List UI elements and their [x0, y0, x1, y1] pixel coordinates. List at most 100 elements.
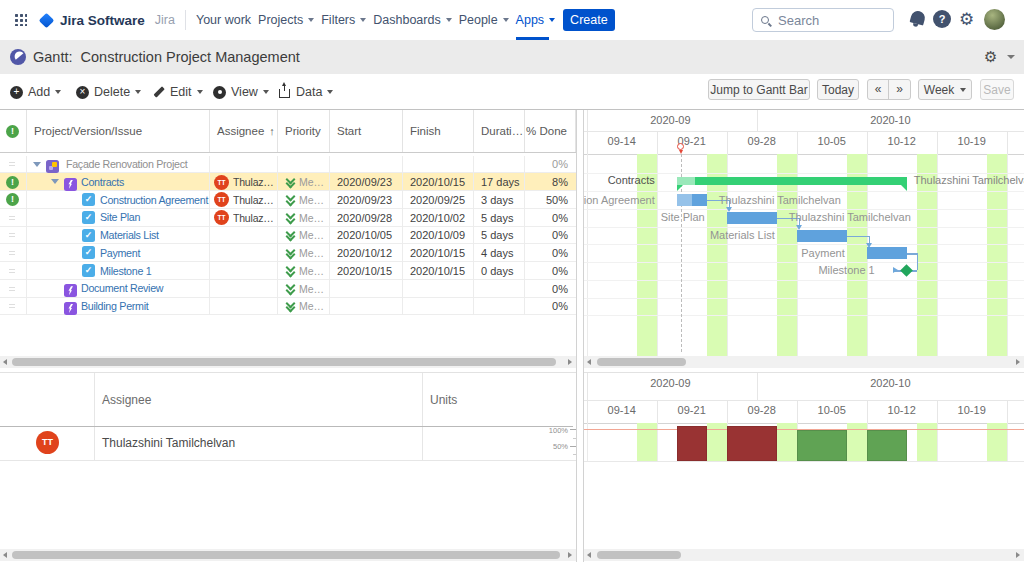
- row-gridline: [584, 298, 1024, 299]
- nav-item-your-work[interactable]: Your work: [196, 0, 251, 40]
- panel-divider-left[interactable]: [576, 110, 577, 562]
- issue-name[interactable]: Construction Agreement: [100, 194, 208, 206]
- page-next-button[interactable]: »: [889, 80, 910, 99]
- change-type-icon: [64, 178, 77, 191]
- zoom-select[interactable]: Week: [918, 79, 972, 100]
- priority-cell: Medium: [278, 244, 330, 262]
- axis-tick: [570, 446, 576, 447]
- gantt-milestone[interactable]: [900, 265, 913, 278]
- week-boundary: [657, 131, 658, 154]
- nav-item-people[interactable]: People: [459, 0, 509, 40]
- gantt-bar-task[interactable]: [797, 230, 847, 242]
- scroll-right-icon[interactable]: [568, 359, 572, 365]
- toolbar-view-button[interactable]: View: [213, 82, 269, 102]
- table-row-site-plan[interactable]: ✓Site PlanTTThulazshini TamilchelvanMedi…: [0, 209, 576, 227]
- scroll-right-icon[interactable]: [1016, 359, 1020, 365]
- help-icon[interactable]: ?: [933, 10, 951, 28]
- scroll-left-icon[interactable]: [587, 552, 591, 558]
- table-row-payment[interactable]: ✓PaymentMedium2020/10/122020/10/154 days…: [0, 244, 576, 262]
- resources-table-hscrollbar[interactable]: [0, 549, 576, 561]
- save-button[interactable]: Save: [980, 79, 1014, 100]
- resources-chart-hscrollbar[interactable]: [584, 549, 1024, 561]
- allocation-bar-over[interactable]: [677, 426, 707, 461]
- today-button[interactable]: Today: [817, 79, 859, 100]
- issue-name[interactable]: Milestone 1: [100, 265, 151, 277]
- jira-logo-icon[interactable]: [39, 12, 55, 28]
- gantt-bar-summary[interactable]: [677, 177, 907, 185]
- gantt-bar-task[interactable]: [677, 194, 707, 206]
- settings-icon[interactable]: ⚙: [959, 9, 974, 29]
- assignee-avatar: TT: [214, 210, 229, 225]
- column-header-done[interactable]: % Done: [525, 110, 576, 153]
- issue-name[interactable]: Contracts: [81, 176, 124, 188]
- scroll-thumb[interactable]: [12, 358, 556, 366]
- table-row-construction-agreement[interactable]: !✓Construction AgreementTTThulazshini Ta…: [0, 191, 576, 209]
- expand-caret-icon[interactable]: [51, 179, 59, 184]
- today-marker-icon[interactable]: [677, 143, 684, 150]
- column-header-start[interactable]: Start: [330, 110, 403, 153]
- scroll-thumb[interactable]: [597, 358, 686, 366]
- scroll-right-icon[interactable]: [568, 552, 572, 558]
- issue-name[interactable]: Façade Renovation Project: [66, 158, 187, 170]
- done-cell: 0%: [525, 280, 576, 298]
- column-header-name[interactable]: Project/Version/Issue: [27, 110, 210, 153]
- jump-to-gantt-bar-button[interactable]: Jump to Gantt Bar: [708, 79, 810, 100]
- app-switcher-icon[interactable]: [15, 14, 27, 26]
- finish-cell: 2020/10/15: [403, 262, 474, 280]
- done-cell: 0%: [525, 227, 576, 245]
- table-row-fa-ade-renovation-project[interactable]: Façade Renovation Project0%: [0, 156, 576, 174]
- assignee-avatar: TT: [214, 192, 229, 207]
- issue-name[interactable]: Materials List: [100, 229, 159, 241]
- create-button[interactable]: Create: [563, 9, 615, 31]
- row-handle-icon: [9, 304, 15, 308]
- table-row-building-permit[interactable]: Building PermitMedium0%: [0, 298, 576, 316]
- column-header-assignee[interactable]: Assignee↑: [210, 110, 278, 153]
- table-row-document-review[interactable]: Document ReviewMedium0%: [0, 280, 576, 298]
- issue-name[interactable]: Site Plan: [100, 211, 140, 223]
- change-type-icon: [64, 302, 77, 315]
- expand-caret-icon[interactable]: [33, 162, 41, 167]
- toolbar-add-button[interactable]: +Add: [10, 82, 61, 102]
- issue-name[interactable]: Payment: [100, 247, 140, 259]
- scroll-thumb[interactable]: [597, 551, 681, 559]
- table-row-materials-list[interactable]: ✓Materials ListMedium2020/10/052020/10/0…: [0, 227, 576, 245]
- allocation-bar-over[interactable]: [727, 426, 777, 461]
- month-label: 2020-10: [757, 377, 1024, 389]
- nav-item-dashboards[interactable]: Dashboards: [373, 0, 451, 40]
- allocation-bar-full[interactable]: [867, 430, 907, 461]
- column-header-priority[interactable]: Priority: [278, 110, 330, 153]
- page-prev-button[interactable]: «: [868, 80, 889, 99]
- table-row-milestone-1[interactable]: ✓Milestone 1Medium2020/10/152020/10/150 …: [0, 262, 576, 280]
- column-header-duration[interactable]: Duration: [474, 110, 525, 153]
- scroll-right-icon[interactable]: [1016, 552, 1020, 558]
- gantt-hscrollbar[interactable]: [584, 356, 1024, 368]
- toolbar-delete-button[interactable]: ×Delete: [76, 82, 141, 102]
- row-handle-icon: [9, 216, 15, 220]
- gantt-settings-caret-icon[interactable]: [1007, 55, 1015, 59]
- column-header-finish[interactable]: Finish: [403, 110, 474, 153]
- gantt-bar-task[interactable]: [867, 247, 907, 259]
- gantt-settings-icon[interactable]: ⚙: [984, 48, 997, 66]
- issue-cell: ✓Construction Agreement: [27, 191, 210, 209]
- scroll-left-icon[interactable]: [587, 359, 591, 365]
- nav-item-projects[interactable]: Projects: [258, 0, 314, 40]
- column-header-status[interactable]: !: [0, 110, 27, 153]
- duration-cell: 0 days: [474, 262, 525, 280]
- toolbar-data-button[interactable]: Data: [278, 82, 333, 102]
- table-row-contracts[interactable]: !ContractsTTThulazshini TamilchelvanMedi…: [0, 173, 576, 191]
- issue-name[interactable]: Building Permit: [81, 300, 148, 312]
- user-avatar[interactable]: [984, 9, 1005, 30]
- nav-item-filters[interactable]: Filters: [321, 0, 366, 40]
- table-hscrollbar[interactable]: [0, 356, 576, 368]
- nav-item-apps[interactable]: Apps: [516, 0, 556, 40]
- scroll-left-icon[interactable]: [3, 552, 7, 558]
- search-input[interactable]: Search: [752, 8, 894, 32]
- toolbar-edit-button[interactable]: Edit: [152, 82, 203, 102]
- scroll-left-icon[interactable]: [3, 359, 7, 365]
- issue-name[interactable]: Document Review: [81, 282, 163, 294]
- brand-title[interactable]: Jira Software: [60, 13, 145, 28]
- month-boundary: [757, 373, 758, 400]
- gantt-bar-task[interactable]: [727, 212, 777, 224]
- allocation-bar-full[interactable]: [797, 430, 847, 461]
- scroll-thumb[interactable]: [12, 551, 560, 559]
